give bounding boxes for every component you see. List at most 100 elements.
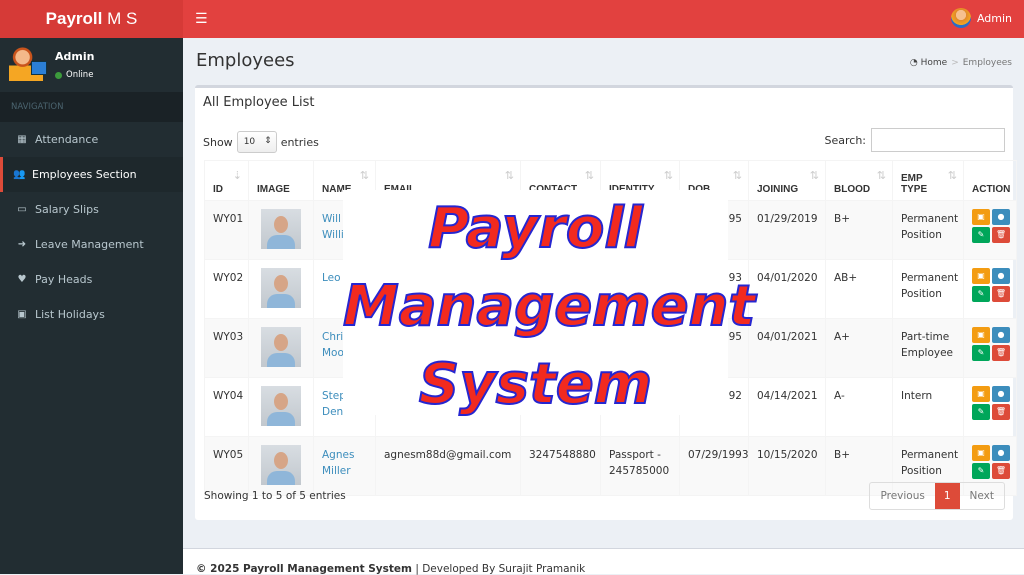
email-cell: agnesm88d@gmail.com xyxy=(375,436,521,496)
view-button[interactable]: ● xyxy=(992,445,1010,461)
footer: © 2025 Payroll Management System | Devel… xyxy=(183,548,1024,575)
users-icon: 👥 xyxy=(13,169,26,180)
id-cell: WY05 xyxy=(204,436,249,496)
calendar-icon: ▦ xyxy=(17,134,27,145)
edit-button[interactable]: ✎ xyxy=(972,345,990,361)
sidebar-item-pay-heads[interactable]: ♥ Pay Heads xyxy=(0,262,183,297)
logo-bold: Payroll xyxy=(45,9,103,28)
edit-button[interactable]: ✎ xyxy=(972,404,990,420)
action-cell: ▣ ● ✎ 🗑 xyxy=(963,318,1017,378)
salary-button[interactable]: ▣ xyxy=(972,268,990,284)
view-button[interactable]: ● xyxy=(992,268,1010,284)
header-label: ACTION xyxy=(972,184,1011,195)
view-button[interactable]: ● xyxy=(992,209,1010,225)
online-dot-icon xyxy=(55,71,62,79)
joining-cell: 10/15/2020 xyxy=(748,436,826,496)
id-cell: WY02 xyxy=(204,259,249,319)
entries-select[interactable]: 10 xyxy=(236,131,277,153)
edit-button[interactable]: ✎ xyxy=(972,463,990,479)
action-cell: ▣ ● ✎ 🗑 xyxy=(963,377,1017,437)
salary-button[interactable]: ▣ xyxy=(972,209,990,225)
joining-cell: 01/29/2019 xyxy=(748,200,826,260)
status: Online xyxy=(55,70,93,80)
column-header[interactable]: EMP TYPE ⇅ xyxy=(892,160,964,201)
view-button[interactable]: ● xyxy=(992,327,1010,343)
emp-type-cell: Permanent Position xyxy=(892,200,964,260)
joining-cell: 04/01/2021 xyxy=(748,318,826,378)
table-info: Showing 1 to 5 of 5 entries xyxy=(204,490,346,502)
logo[interactable]: Payroll M S xyxy=(0,0,183,38)
top-navbar: Payroll M S ☰ Admin xyxy=(0,0,1024,38)
status-text: Online xyxy=(66,70,94,80)
user-name: Admin xyxy=(55,50,95,63)
column-header[interactable]: JOINING ⇅ xyxy=(748,160,826,201)
sidebar-item-employees[interactable]: 👥 Employees Section xyxy=(0,157,183,192)
box-title: All Employee List xyxy=(203,95,315,110)
employee-photo xyxy=(261,209,301,249)
emp-type-cell: Intern xyxy=(892,377,964,437)
overlay-line: Payroll xyxy=(427,195,644,262)
nav-header: NAVIGATION xyxy=(0,92,183,122)
sidebar-item-label: List Holidays xyxy=(35,308,105,321)
employee-photo xyxy=(261,445,301,485)
header-label: JOINING xyxy=(757,184,799,195)
employee-name-link[interactable]: Will xyxy=(322,213,341,225)
column-header[interactable]: BLOOD ⇅ xyxy=(825,160,893,201)
employee-photo xyxy=(261,327,301,367)
search: Search: xyxy=(824,128,1005,152)
delete-button[interactable]: 🗑 xyxy=(992,463,1010,479)
search-label: Search: xyxy=(824,133,867,147)
blood-cell: AB+ xyxy=(825,259,893,319)
previous-button[interactable]: Previous xyxy=(870,483,934,509)
name-cell[interactable]: Agnes Miller xyxy=(313,436,376,496)
hamburger-icon[interactable]: ☰ xyxy=(195,11,208,27)
sidebar-item-label: Attendance xyxy=(35,133,99,146)
sidebar-item-list-holidays[interactable]: ▣ List Holidays xyxy=(0,297,183,332)
sort-icon[interactable]: ⇅ xyxy=(505,169,514,182)
employee-name-link[interactable]: Willi xyxy=(322,229,344,241)
logo-light: M S xyxy=(102,9,138,28)
sort-icon[interactable]: ⇅ xyxy=(585,169,594,182)
emp-type: Position xyxy=(901,465,942,477)
edit-button[interactable]: ✎ xyxy=(972,227,990,243)
sidebar-item-salary-slips[interactable]: ▭ Salary Slips xyxy=(0,192,183,227)
salary-button[interactable]: ▣ xyxy=(972,386,990,402)
entries-label: entries xyxy=(280,135,319,149)
employee-photo xyxy=(261,386,301,426)
breadcrumb-home[interactable]: Home xyxy=(921,58,948,68)
money-icon: ▭ xyxy=(17,204,27,215)
identity-number: 245785000 xyxy=(609,465,670,477)
sidebar-item-leave-management[interactable]: ➜ Leave Management xyxy=(0,227,183,262)
joining-cell: 04/14/2021 xyxy=(748,377,826,437)
image-cell xyxy=(248,200,314,260)
sort-icon[interactable]: ⇅ xyxy=(664,169,673,182)
user-menu[interactable]: Admin xyxy=(950,8,1012,28)
sort-icon[interactable]: ⇅ xyxy=(360,169,369,182)
sort-icon[interactable]: ⇣ xyxy=(233,169,242,182)
entries-length: Show10entries xyxy=(203,131,319,153)
salary-button[interactable]: ▣ xyxy=(972,445,990,461)
sidebar: Admin Online NAVIGATION ▦ Attendance 👥 Emp… xyxy=(0,38,183,574)
search-input[interactable] xyxy=(871,128,1005,152)
header-label: IMAGE xyxy=(257,184,290,195)
view-button[interactable]: ● xyxy=(992,386,1010,402)
employee-name-link[interactable]: Miller xyxy=(322,465,351,477)
page-1-button[interactable]: 1 xyxy=(934,483,960,509)
delete-button[interactable]: 🗑 xyxy=(992,227,1010,243)
delete-button[interactable]: 🗑 xyxy=(992,404,1010,420)
next-button[interactable]: Next xyxy=(960,483,1004,509)
delete-button[interactable]: 🗑 xyxy=(992,286,1010,302)
employee-name-link[interactable]: Agnes xyxy=(322,449,354,461)
identity-cell: Passport - 245785000 xyxy=(600,436,680,496)
column-header[interactable]: ID ⇣ xyxy=(204,160,249,201)
edit-button[interactable]: ✎ xyxy=(972,286,990,302)
salary-button[interactable]: ▣ xyxy=(972,327,990,343)
sort-icon[interactable]: ⇅ xyxy=(810,169,819,182)
sort-icon[interactable]: ⇅ xyxy=(948,169,957,182)
delete-button[interactable]: 🗑 xyxy=(992,345,1010,361)
sort-icon[interactable]: ⇅ xyxy=(733,169,742,182)
identity-type: Passport - xyxy=(609,449,661,461)
sidebar-item-attendance[interactable]: ▦ Attendance xyxy=(0,122,183,157)
sidebar-item-label: Leave Management xyxy=(35,238,144,251)
sort-icon[interactable]: ⇅ xyxy=(877,169,886,182)
